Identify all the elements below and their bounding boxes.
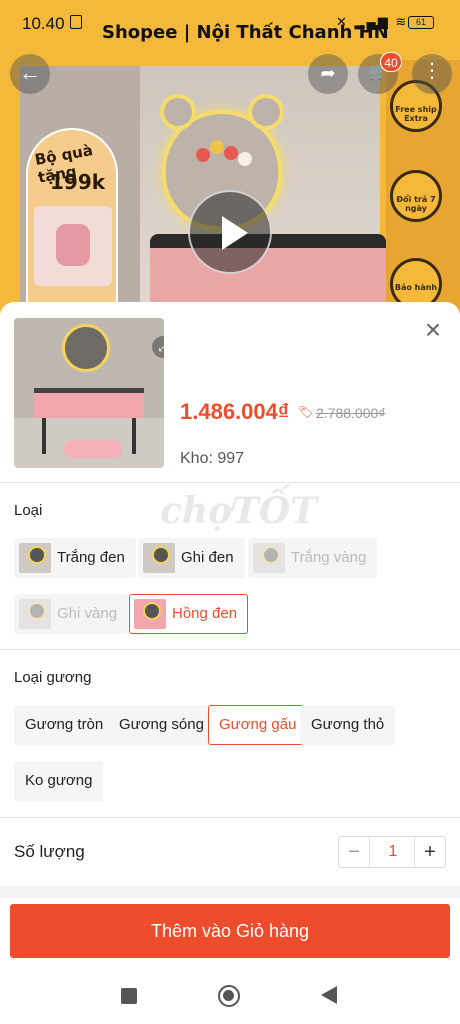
- home-icon[interactable]: [218, 985, 240, 1007]
- warranty-badge-label: Bảo hành: [394, 283, 438, 292]
- variant-thumbnail: [143, 543, 175, 573]
- recent-apps-icon[interactable]: [121, 988, 137, 1004]
- mirror-option-rabbit[interactable]: Gương thỏ: [300, 705, 396, 745]
- battery-icon: 61: [408, 16, 434, 29]
- stock-count: Kho: 997: [180, 450, 245, 467]
- watermark: chợTỐT: [160, 490, 318, 532]
- product-thumbnail[interactable]: ⤢: [14, 318, 164, 468]
- promo-tag-icon: 🏷: [298, 405, 314, 419]
- mirror-option-round[interactable]: Gương tròn: [14, 705, 115, 745]
- shop-title: Shopee | Nội Thất Chanh HN: [102, 22, 389, 43]
- system-nav-bar: [0, 966, 460, 1024]
- variant-option-ghi-den[interactable]: Ghi đen: [138, 538, 245, 578]
- add-to-cart-button[interactable]: Thêm vào Giỏ hàng: [10, 904, 450, 958]
- close-icon[interactable]: ×: [420, 316, 446, 344]
- quantity-stepper: − 1 +: [338, 836, 446, 868]
- gift-image: [34, 206, 112, 286]
- back-arrow-icon[interactable]: ←: [10, 54, 50, 94]
- quantity-input[interactable]: 1: [371, 837, 415, 867]
- variant-option-label: Hồng đen: [172, 605, 238, 622]
- free-ship-badge-label: Free ship Extra: [395, 105, 437, 123]
- product-media-banner: Free ship Extra Đổi trả 7 ngày Bảo hành …: [0, 0, 460, 330]
- decrease-quantity-button[interactable]: −: [339, 837, 370, 867]
- return-badge-label: Đổi trả 7 ngày: [396, 195, 436, 213]
- variant-option-label: Ghi đen: [181, 549, 234, 566]
- variant-option-trang-den[interactable]: Trắng đen: [14, 538, 136, 578]
- gift-promo: Bộ quà tặng 199k: [26, 128, 118, 308]
- divider: [0, 482, 460, 483]
- variant-thumbnail: [134, 599, 166, 629]
- upload-status-icon: [70, 15, 82, 29]
- gift-price: 199k: [50, 170, 106, 194]
- mirror-option-none[interactable]: Ko gương: [14, 761, 104, 801]
- variant-option-label: Ghi vàng: [57, 605, 118, 622]
- return-badge: Đổi trả 7 ngày: [390, 170, 442, 222]
- variant-option-hong-den[interactable]: Hồng đen: [129, 594, 249, 634]
- variant-option-label: Trắng vàng: [291, 549, 367, 566]
- variant-option-trang-vang: Trắng vàng: [248, 538, 378, 578]
- mirror-section-label: Loại gương: [14, 669, 92, 686]
- variant-option-ghi-vang: Ghi vàng: [14, 594, 129, 634]
- variant-thumbnail: [19, 543, 51, 573]
- mirror-option-bear[interactable]: Gương gấu: [208, 705, 308, 745]
- share-icon[interactable]: ➦: [308, 54, 348, 94]
- increase-quantity-button[interactable]: +: [414, 837, 445, 867]
- mirror-option-wave[interactable]: Gương sóng: [108, 705, 215, 745]
- variant-selection-sheet: ⤢ × 1.486.004₫ 🏷 2.788.000₫ Kho: 997 chợ…: [0, 302, 460, 1024]
- variant-thumbnail: [19, 599, 51, 629]
- variant-option-label: Trắng đen: [57, 549, 125, 566]
- play-video-icon[interactable]: [188, 190, 272, 274]
- current-price: 1.486.004₫: [180, 399, 290, 424]
- separator-band: [0, 886, 460, 898]
- flowers-image: [196, 140, 256, 180]
- variant-section-label: Loại: [14, 502, 43, 519]
- quantity-label: Số lượng: [14, 842, 85, 861]
- divider: [0, 649, 460, 650]
- cart-count-badge: 40: [380, 52, 402, 72]
- divider: [0, 817, 460, 818]
- more-menu-icon[interactable]: ⋮: [412, 54, 452, 94]
- variant-thumbnail: [253, 543, 285, 573]
- original-price: 2.788.000₫: [316, 405, 386, 421]
- status-time: 10.40: [22, 14, 65, 33]
- back-icon[interactable]: [321, 986, 337, 1004]
